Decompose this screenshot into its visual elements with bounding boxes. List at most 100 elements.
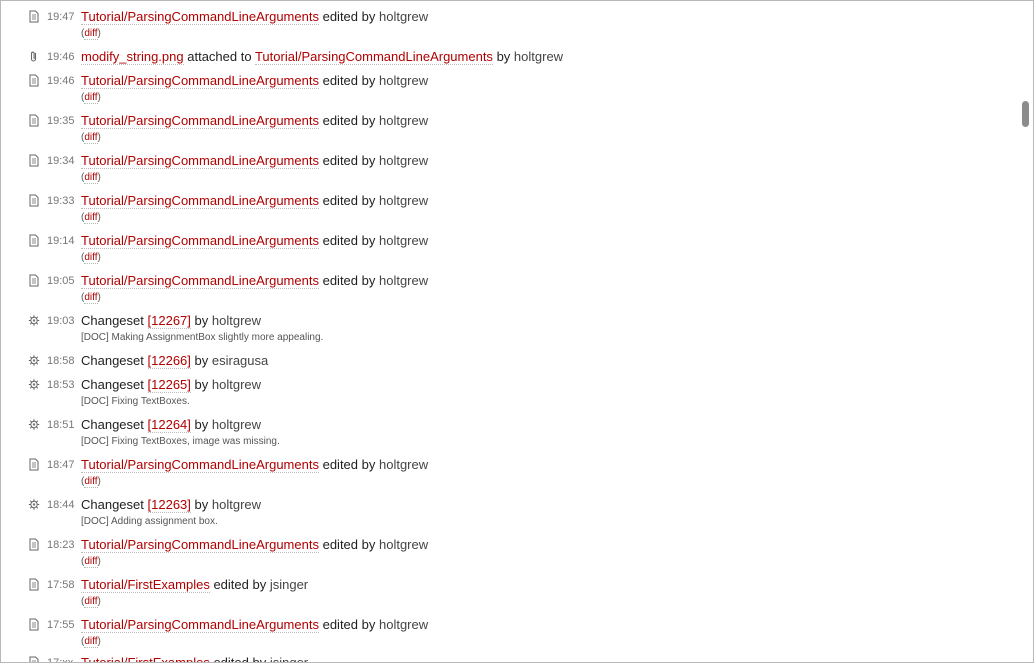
action-text: edited by bbox=[322, 193, 376, 208]
diff-link[interactable]: diff bbox=[84, 212, 98, 224]
wiki-page-link[interactable]: Tutorial/ParsingCommandLineArguments bbox=[81, 273, 319, 289]
diff-link[interactable]: diff bbox=[84, 476, 98, 488]
changeset-label: Changeset bbox=[81, 497, 144, 512]
author-name[interactable]: holtgrew bbox=[212, 497, 261, 512]
timeline-entry: 19:34 Tutorial/ParsingCommandLineArgument… bbox=[1, 153, 1001, 193]
wiki-page-link[interactable]: Tutorial/ParsingCommandLineArguments bbox=[254, 49, 493, 65]
wiki-page-link[interactable]: Tutorial/ParsingCommandLineArguments bbox=[81, 193, 319, 209]
attachment-link[interactable]: modify_string.png bbox=[81, 49, 184, 65]
entry-time: 19:46 bbox=[47, 51, 75, 63]
wiki-page-link[interactable]: Tutorial/ParsingCommandLineArguments bbox=[81, 73, 319, 89]
wiki-page-icon bbox=[28, 578, 40, 591]
diff-link[interactable]: diff bbox=[84, 172, 98, 184]
wiki-page-icon bbox=[28, 458, 40, 471]
action-text: edited by bbox=[322, 9, 376, 24]
wiki-page-icon bbox=[28, 234, 40, 247]
by-text: by bbox=[194, 353, 209, 368]
wiki-page-link[interactable]: Tutorial/ParsingCommandLineArguments bbox=[81, 617, 319, 633]
author-name[interactable]: holtgrew bbox=[379, 537, 428, 552]
author-name[interactable]: holtgrew bbox=[212, 377, 261, 392]
timeline-entry: 19:14 Tutorial/ParsingCommandLineArgument… bbox=[1, 233, 1001, 273]
diff-container: (diff) bbox=[81, 28, 101, 40]
author-name[interactable]: holtgrew bbox=[379, 193, 428, 208]
author-name[interactable]: holtgrew bbox=[212, 417, 261, 432]
changeset-label: Changeset bbox=[81, 313, 144, 328]
entry-title: Tutorial/ParsingCommandLineArguments edi… bbox=[81, 153, 428, 169]
commit-message: [DOC] Adding assignment box. bbox=[81, 516, 218, 527]
entry-time: 18:47 bbox=[47, 459, 75, 471]
changeset-link[interactable]: [12265] bbox=[147, 377, 191, 393]
diff-container: (diff) bbox=[81, 132, 101, 144]
timeline-entry: 17:xx Tutorial/FirstExamples edited by js… bbox=[1, 655, 1001, 662]
entry-time: 19:46 bbox=[47, 75, 75, 87]
changeset-link[interactable]: [12267] bbox=[147, 313, 191, 329]
wiki-page-icon bbox=[28, 74, 40, 87]
action-text: edited by bbox=[322, 233, 376, 248]
author-name[interactable]: holtgrew bbox=[379, 113, 428, 128]
author-name[interactable]: holtgrew bbox=[379, 457, 428, 472]
timeline-entry: 18:23 Tutorial/ParsingCommandLineArgument… bbox=[1, 537, 1001, 577]
diff-link[interactable]: diff bbox=[84, 292, 98, 304]
diff-link[interactable]: diff bbox=[84, 556, 98, 568]
author-name[interactable]: holtgrew bbox=[379, 73, 428, 88]
changeset-link[interactable]: [12264] bbox=[147, 417, 191, 433]
changeset-label: Changeset bbox=[81, 417, 144, 432]
changeset-link[interactable]: [12263] bbox=[147, 497, 191, 513]
wiki-page-link[interactable]: Tutorial/ParsingCommandLineArguments bbox=[81, 233, 319, 249]
diff-link[interactable]: diff bbox=[84, 252, 98, 264]
author-name[interactable]: holtgrew bbox=[212, 313, 261, 328]
wiki-page-icon bbox=[28, 194, 40, 207]
changeset-icon bbox=[28, 498, 40, 511]
entry-time: 19:34 bbox=[47, 155, 75, 167]
author-name[interactable]: esiragusa bbox=[212, 353, 268, 368]
diff-link[interactable]: diff bbox=[84, 28, 98, 40]
action-text: attached to bbox=[187, 49, 252, 64]
wiki-page-link[interactable]: Tutorial/FirstExamples bbox=[81, 655, 210, 662]
diff-link[interactable]: diff bbox=[84, 596, 98, 608]
timeline-entry: 19:35 Tutorial/ParsingCommandLineArgument… bbox=[1, 113, 1001, 153]
diff-link[interactable]: diff bbox=[84, 132, 98, 144]
wiki-page-link[interactable]: Tutorial/ParsingCommandLineArguments bbox=[81, 457, 319, 473]
author-name[interactable]: holtgrew bbox=[379, 153, 428, 168]
entry-time: 19:35 bbox=[47, 115, 75, 127]
timeline-entry: 17:58 Tutorial/FirstExamples edited by js… bbox=[1, 577, 1001, 617]
entry-time: 18:51 bbox=[47, 419, 75, 431]
vertical-scrollbar[interactable] bbox=[1022, 1, 1031, 662]
entry-title: modify_string.png attached to Tutorial/P… bbox=[81, 49, 563, 65]
paperclip-icon bbox=[28, 50, 40, 63]
author-name[interactable]: holtgrew bbox=[514, 49, 563, 64]
author-name[interactable]: holtgrew bbox=[379, 273, 428, 288]
wiki-page-link[interactable]: Tutorial/ParsingCommandLineArguments bbox=[81, 9, 319, 25]
scrollbar-thumb[interactable] bbox=[1022, 101, 1029, 127]
wiki-page-link[interactable]: Tutorial/ParsingCommandLineArguments bbox=[81, 537, 319, 553]
entry-title: Changeset [12266] by esiragusa bbox=[81, 353, 268, 369]
action-text: edited by bbox=[322, 537, 376, 552]
author-name[interactable]: jsinger bbox=[270, 577, 308, 592]
wiki-page-link[interactable]: Tutorial/FirstExamples bbox=[81, 577, 210, 593]
changeset-link[interactable]: [12266] bbox=[147, 353, 191, 369]
changeset-label: Changeset bbox=[81, 377, 144, 392]
author-name[interactable]: jsinger bbox=[270, 655, 308, 662]
entry-time: 18:58 bbox=[47, 355, 75, 367]
timeline-entry: 17:55 Tutorial/ParsingCommandLineArgument… bbox=[1, 617, 1001, 657]
timeline-entry: 18:51 Changeset [12264] by holtgrew [DOC] … bbox=[1, 417, 1001, 457]
diff-link[interactable]: diff bbox=[84, 92, 98, 104]
author-name[interactable]: holtgrew bbox=[379, 9, 428, 24]
wiki-page-link[interactable]: Tutorial/ParsingCommandLineArguments bbox=[81, 113, 319, 129]
author-name[interactable]: holtgrew bbox=[379, 233, 428, 248]
diff-container: (diff) bbox=[81, 476, 101, 488]
wiki-page-icon bbox=[28, 656, 40, 662]
timeline-entry: 19:03 Changeset [12267] by holtgrew [DOC] … bbox=[1, 313, 1001, 353]
by-text: by bbox=[194, 313, 209, 328]
entry-title: Tutorial/ParsingCommandLineArguments edi… bbox=[81, 73, 428, 89]
author-name[interactable]: holtgrew bbox=[379, 617, 428, 632]
entry-title: Tutorial/ParsingCommandLineArguments edi… bbox=[81, 9, 428, 25]
entry-title: Tutorial/FirstExamples edited by jsinger bbox=[81, 577, 308, 593]
timeline-entry: 18:44 Changeset [12263] by holtgrew [DOC] … bbox=[1, 497, 1001, 537]
wiki-page-link[interactable]: Tutorial/ParsingCommandLineArguments bbox=[81, 153, 319, 169]
entry-time: 19:14 bbox=[47, 235, 75, 247]
changeset-icon bbox=[28, 314, 40, 327]
changeset-label: Changeset bbox=[81, 353, 144, 368]
action-text: edited by bbox=[213, 577, 267, 592]
diff-link[interactable]: diff bbox=[84, 636, 98, 648]
